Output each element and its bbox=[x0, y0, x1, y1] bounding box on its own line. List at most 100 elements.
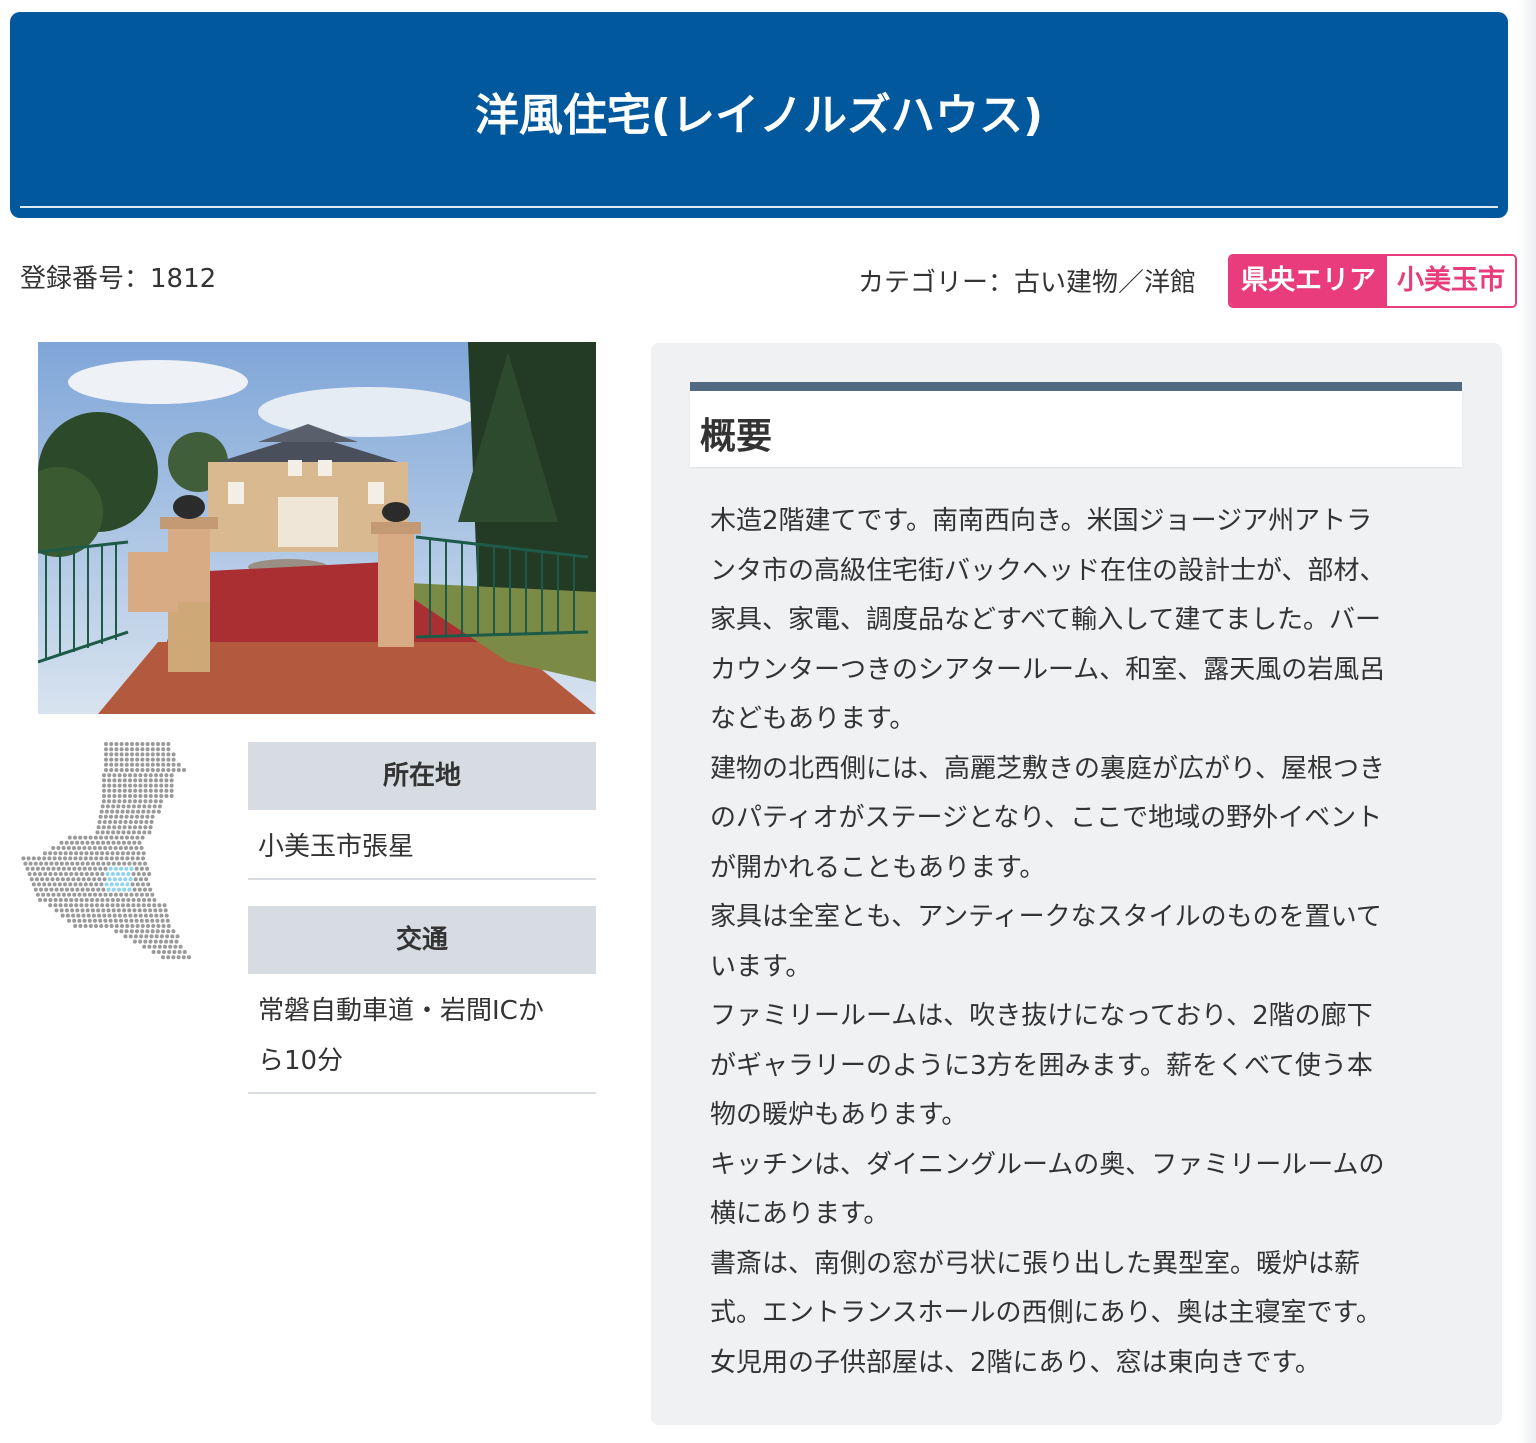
map-dot bbox=[116, 840, 121, 845]
map-dot bbox=[139, 934, 144, 939]
map-dot bbox=[43, 872, 48, 876]
map-dot bbox=[59, 840, 64, 845]
map-dot bbox=[123, 820, 128, 824]
map-dot bbox=[134, 820, 138, 824]
map-dot bbox=[59, 887, 64, 892]
scrollbar-track[interactable] bbox=[1518, 0, 1536, 1443]
map-dot bbox=[130, 809, 135, 814]
map-dot bbox=[48, 872, 53, 876]
map-dot bbox=[80, 908, 85, 913]
map-dot bbox=[148, 939, 153, 944]
map-dot bbox=[134, 866, 139, 871]
city-tag[interactable]: 小美玉市 bbox=[1387, 256, 1515, 306]
map-dot bbox=[53, 898, 58, 902]
map-dot bbox=[105, 830, 110, 835]
map-dot bbox=[158, 908, 163, 913]
map-dot bbox=[145, 814, 150, 819]
access-header: 交通 bbox=[248, 906, 596, 974]
map-dot bbox=[138, 877, 143, 882]
map-dot bbox=[117, 773, 122, 778]
map-dot bbox=[163, 908, 168, 913]
map-dot bbox=[136, 851, 141, 856]
map-dot bbox=[68, 856, 73, 861]
map-dot bbox=[135, 752, 140, 757]
map-dot bbox=[139, 866, 144, 871]
map-highlight-dot bbox=[126, 872, 131, 876]
map-dot bbox=[93, 866, 98, 871]
registration-number: 登録番号：1812 bbox=[20, 264, 217, 294]
map-dot bbox=[174, 939, 179, 944]
map-dot bbox=[141, 903, 146, 908]
map-dot bbox=[148, 908, 153, 913]
map-dot bbox=[143, 778, 148, 783]
area-tag[interactable]: 県央エリア bbox=[1230, 256, 1387, 306]
map-dot bbox=[119, 892, 124, 897]
map-dot bbox=[119, 929, 124, 934]
map-dot bbox=[122, 799, 127, 804]
map-dot bbox=[112, 799, 117, 804]
map-dot bbox=[113, 892, 118, 897]
map-dot bbox=[98, 892, 103, 897]
map-dot bbox=[31, 882, 36, 887]
map-dot bbox=[51, 892, 56, 897]
map-dot bbox=[154, 773, 158, 778]
map-dot bbox=[159, 778, 164, 783]
map-dot bbox=[88, 835, 93, 840]
map-dot bbox=[130, 856, 135, 861]
map-dot bbox=[169, 783, 174, 788]
map-dot bbox=[72, 918, 77, 923]
map-dot bbox=[153, 939, 158, 944]
map-dot bbox=[101, 861, 106, 866]
map-dot bbox=[133, 778, 138, 783]
map-dot bbox=[111, 861, 116, 866]
map-dot bbox=[56, 892, 61, 897]
map-dot bbox=[112, 913, 117, 918]
map-dot bbox=[112, 794, 117, 798]
map-dot bbox=[166, 742, 171, 746]
map-dot bbox=[67, 835, 72, 840]
area-tag-group: 県央エリア 小美玉市 bbox=[1228, 254, 1517, 308]
map-dot bbox=[124, 742, 129, 746]
map-dot bbox=[94, 856, 99, 861]
map-dot bbox=[69, 840, 74, 845]
map-dot bbox=[161, 929, 165, 934]
map-dot bbox=[26, 856, 31, 861]
map-dot bbox=[143, 788, 148, 793]
map-dot bbox=[100, 872, 105, 876]
map-highlight-dot bbox=[113, 866, 118, 871]
map-dot bbox=[48, 903, 53, 908]
map-dot bbox=[105, 903, 110, 908]
map-highlight-dot bbox=[121, 872, 126, 876]
map-dot bbox=[45, 877, 50, 882]
map-dot bbox=[145, 757, 150, 762]
overview-line: 横にあります。 bbox=[710, 1199, 890, 1229]
map-dot bbox=[156, 742, 160, 746]
map-dot bbox=[41, 866, 46, 871]
map-dot bbox=[138, 913, 143, 918]
map-dot bbox=[148, 799, 153, 804]
map-dot bbox=[67, 866, 72, 871]
map-dot bbox=[43, 898, 48, 902]
map-dot bbox=[66, 846, 71, 850]
location-header: 所在地 bbox=[248, 742, 596, 810]
map-dot bbox=[120, 809, 125, 814]
map-dot bbox=[140, 768, 145, 772]
map-highlight-dot bbox=[127, 887, 132, 892]
map-dot bbox=[38, 898, 42, 902]
map-dot bbox=[65, 861, 69, 866]
map-dot bbox=[104, 757, 108, 762]
map-dot bbox=[136, 903, 141, 908]
map-dot bbox=[95, 898, 100, 902]
map-dot bbox=[116, 804, 121, 809]
map-dot bbox=[142, 872, 146, 876]
map-dot bbox=[68, 882, 73, 887]
map-dot bbox=[154, 913, 159, 918]
map-dot bbox=[85, 908, 90, 913]
map-dot bbox=[54, 887, 59, 892]
map-dot bbox=[104, 835, 109, 840]
map-dot bbox=[142, 908, 147, 913]
map-dot bbox=[135, 768, 140, 772]
map-dot bbox=[133, 913, 138, 918]
map-dot bbox=[120, 856, 125, 861]
map-dot bbox=[145, 892, 150, 897]
